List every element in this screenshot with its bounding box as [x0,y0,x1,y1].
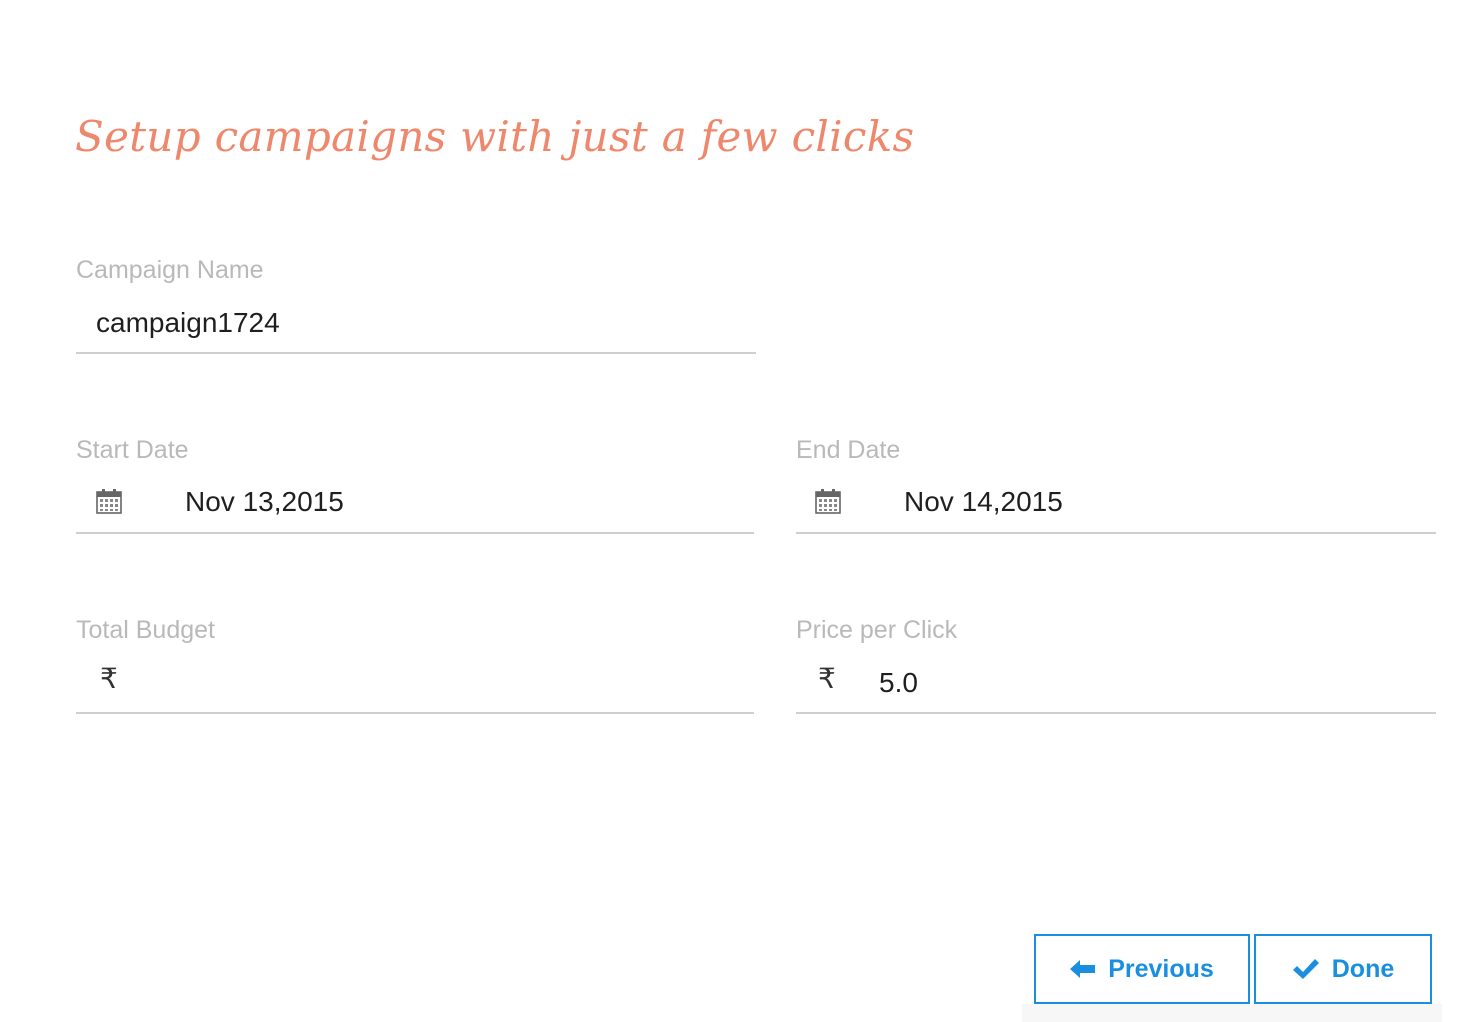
campaign-setup-page: Setup campaigns with just a few clicks C… [0,0,1475,1022]
done-button-label: Done [1331,954,1395,983]
campaign-name-label: Campaign Name [76,256,264,284]
price-per-click-underline [796,712,1436,714]
campaign-name-field: Campaign Name [76,256,756,356]
arrow-left-icon [1070,960,1096,978]
start-date-field: Start Date Nov 13,2015 [76,436,754,536]
total-budget-input[interactable] [156,666,736,700]
done-button[interactable]: Done [1254,934,1432,1004]
rupee-icon: ₹ [818,662,836,695]
end-date-value[interactable]: Nov 14,2015 [904,486,1063,518]
page-title: Setup campaigns with just a few clicks [75,112,915,161]
end-date-label: End Date [796,436,901,464]
total-budget-underline [76,712,754,714]
price-per-click-label: Price per Click [796,616,958,644]
total-budget-label: Total Budget [76,616,215,644]
start-date-value[interactable]: Nov 13,2015 [185,486,344,518]
start-date-underline [76,532,754,534]
campaign-name-input[interactable] [96,306,736,340]
end-date-field: End Date Nov 14,2015 [796,436,1436,536]
price-per-click-field: Price per Click ₹ [796,616,1436,716]
campaign-name-underline [76,352,756,354]
button-bar-shadow [1022,1004,1442,1022]
previous-button[interactable]: Previous [1034,934,1250,1004]
end-date-underline [796,532,1436,534]
price-per-click-input[interactable] [879,666,1419,700]
total-budget-field: Total Budget ₹ [76,616,754,716]
calendar-icon[interactable] [96,488,122,514]
previous-button-label: Previous [1108,954,1214,983]
start-date-label: Start Date [76,436,189,464]
rupee-icon: ₹ [100,662,118,695]
checkmark-icon [1292,959,1319,979]
calendar-icon[interactable] [815,488,841,514]
